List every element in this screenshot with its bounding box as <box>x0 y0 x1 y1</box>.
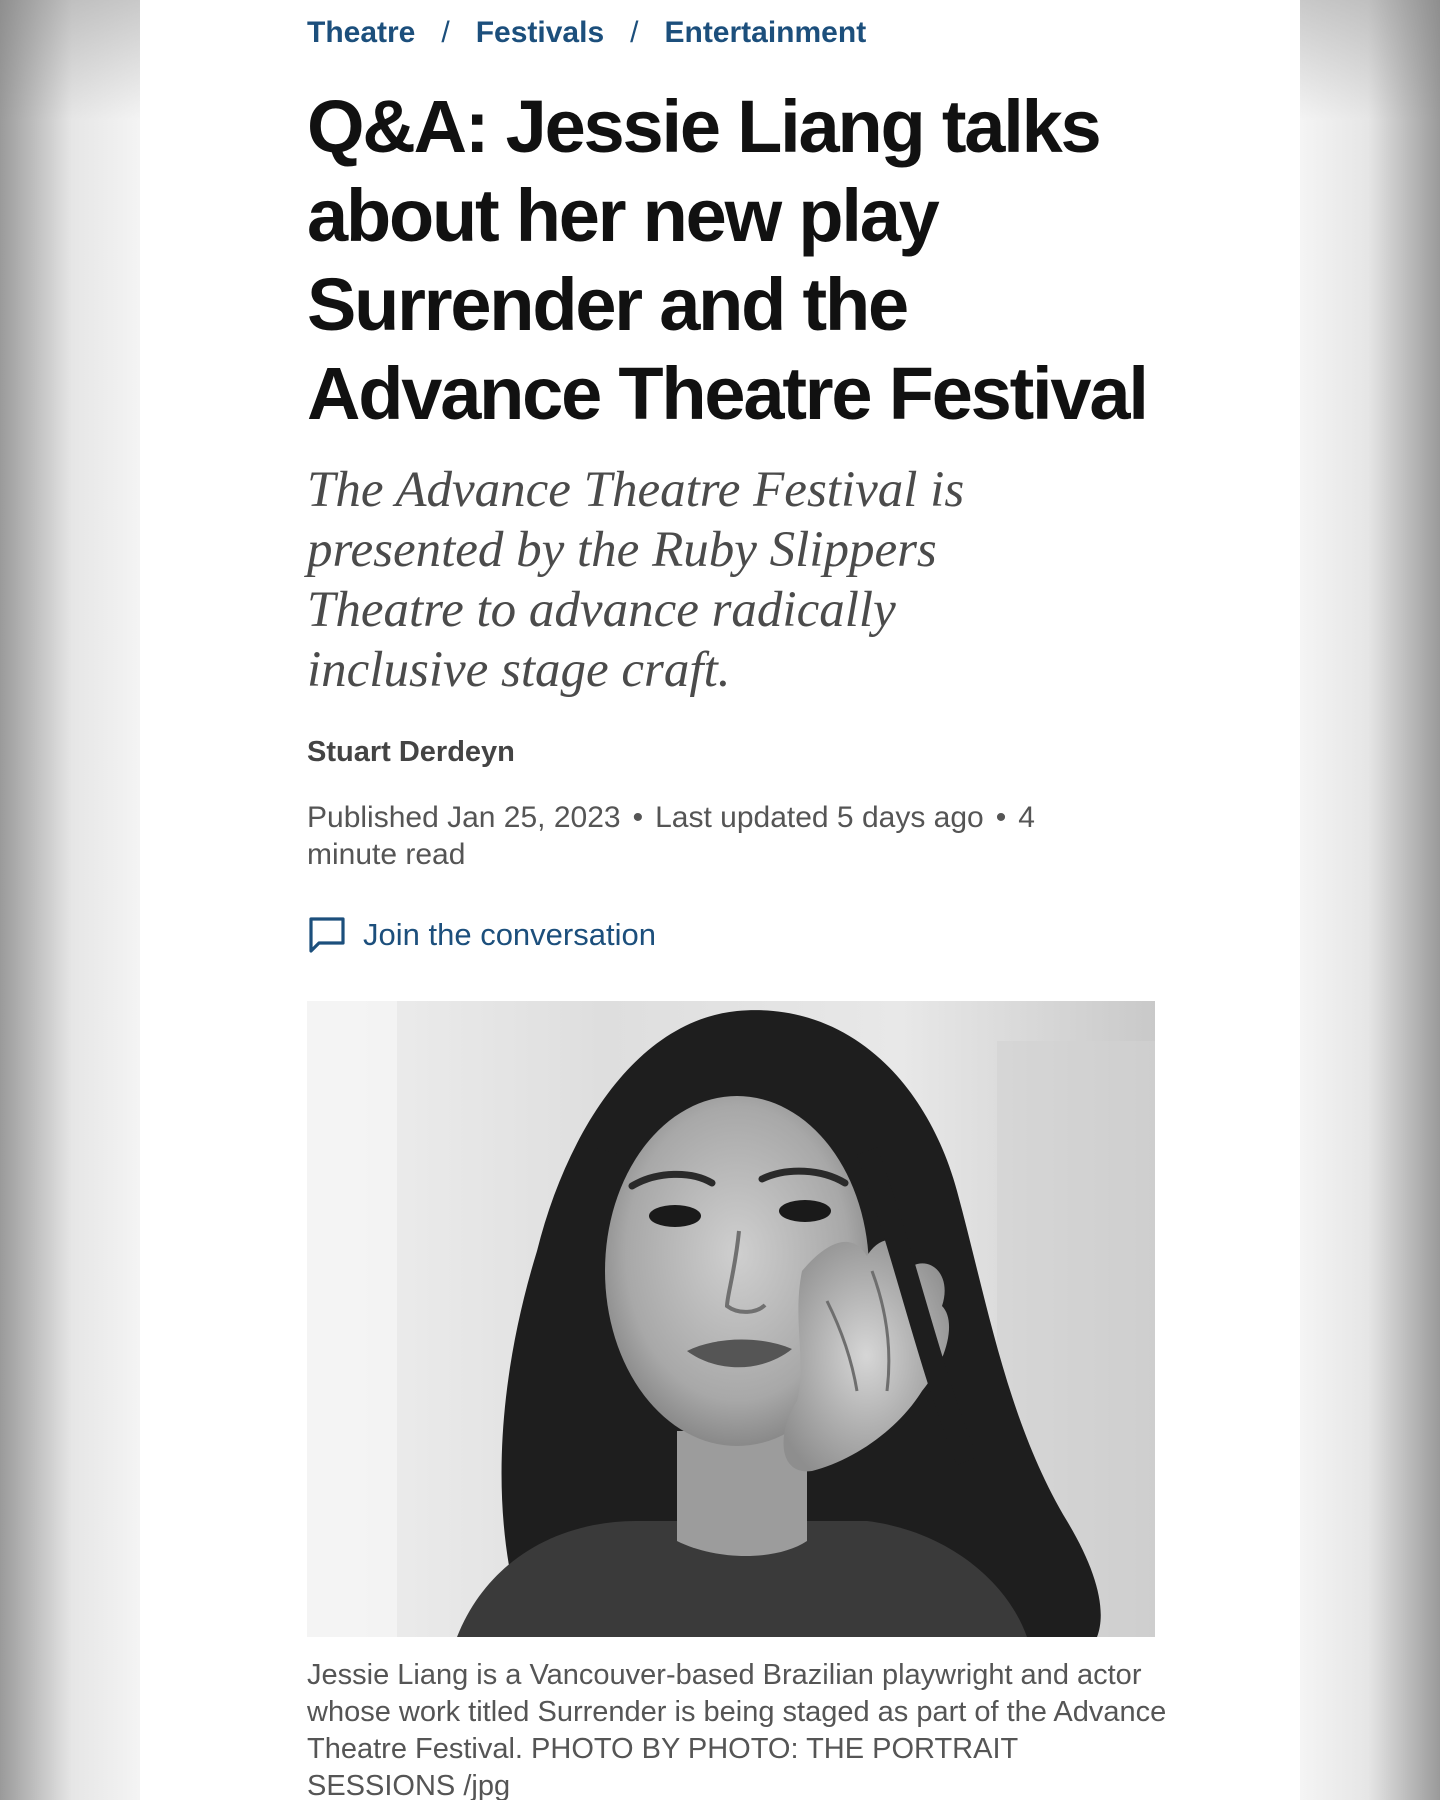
breadcrumb-separator: / <box>630 16 639 49</box>
article-headline: Q&A: Jessie Liang talks about her new pl… <box>307 85 1149 435</box>
article-meta: Published Jan 25, 2023 • Last updated 5 da… <box>307 799 1127 873</box>
article-deck: The Advance Theatre Festival is presente… <box>307 462 965 698</box>
meta-separator: • <box>632 801 644 834</box>
author-byline[interactable]: Stuart Derdeyn <box>307 736 1207 769</box>
photo-caption: Jessie Liang is a Vancouver-based Brazil… <box>307 1659 1167 1800</box>
breadcrumb-theatre[interactable]: Theatre <box>307 16 415 50</box>
breadcrumb-entertainment[interactable]: Entertainment <box>664 16 866 50</box>
meta-separator: • <box>995 801 1007 834</box>
join-conversation-label: Join the conversation <box>363 917 656 952</box>
join-conversation-link[interactable]: Join the conversation <box>307 915 1207 955</box>
breadcrumb-separator: / <box>441 16 450 49</box>
breadcrumb: Theatre / Festivals / Entertainment <box>307 12 1207 54</box>
article-page: Theatre / Festivals / Entertainment Q&A:… <box>140 0 1300 1800</box>
article-content: Theatre / Festivals / Entertainment Q&A:… <box>307 0 1207 1800</box>
last-updated: Last updated 5 days ago <box>655 801 984 834</box>
breadcrumb-festivals[interactable]: Festivals <box>476 16 604 50</box>
article-photo <box>307 1001 1155 1637</box>
portrait-photo <box>307 1001 1155 1637</box>
published-date: Published Jan 25, 2023 <box>307 801 621 834</box>
comment-bubble-icon <box>307 915 347 955</box>
